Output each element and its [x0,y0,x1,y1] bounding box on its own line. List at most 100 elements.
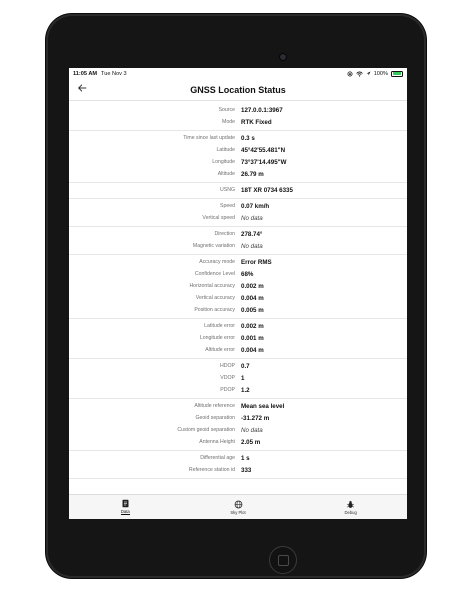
row-label: USNG [220,187,235,193]
front-camera [280,54,286,60]
status-row: Antenna Height 2.05 m [69,436,407,448]
status-row: Altitude 26.79 m [69,168,407,180]
status-row: Speed 0.07 km/h [69,200,407,212]
row-label: Confidence Level [194,271,235,277]
tab-data-label: Data [120,509,130,515]
row-value: No data [241,426,263,434]
row-label: Altitude error [205,347,235,353]
status-row: Horizontal accuracy 0.002 m [69,280,407,292]
status-row: Mode RTK Fixed [69,116,407,128]
tab-debug[interactable]: Debug [294,495,407,519]
row-value: RTK Fixed [241,118,272,126]
status-bar: 11:05 AM Tue Nov 3 100% [69,68,407,79]
status-row: Accuracy mode Error RMS [69,256,407,268]
row-label: Geoid separation [195,415,235,421]
page-title: GNSS Location Status [190,84,286,95]
bug-icon [347,500,355,508]
tab-data[interactable]: Data [69,495,182,519]
wifi-icon [355,71,363,77]
status-row: Latitude error 0.002 m [69,320,407,332]
row-label: Magnetic variation [192,243,235,249]
status-row: PDOP 1.2 [69,384,407,396]
row-value: 0.7 [241,362,250,370]
row-label: Direction [214,231,235,237]
status-row: Differential age 1 s [69,452,407,464]
row-value: No data [241,214,263,222]
orientation-lock-icon [347,71,353,76]
status-row: HDOP 0.7 [69,360,407,372]
row-label: HDOP [220,363,235,369]
row-value: 0.001 m [241,334,264,342]
status-row: Vertical speed No data [69,212,407,224]
status-row: Altitude error 0.004 m [69,344,407,356]
tab-debug-label: Debug [344,509,357,515]
status-group: Latitude error 0.002 m Longitude error 0.00… [69,319,407,359]
row-label: Latitude error [204,323,235,329]
battery-icon [391,70,403,77]
row-label: VDOP [220,375,235,381]
row-value: 333 [241,466,252,474]
status-row: VDOP 1 [69,372,407,384]
document-icon [122,499,129,508]
row-value: 0.07 km/h [241,202,270,210]
row-value: 73°37'14.495"W [241,158,287,166]
row-value: 1.2 [241,386,250,394]
location-arrow-icon [366,71,371,76]
status-group: Speed 0.07 km/h Vertical speed No data [69,199,407,227]
row-value: 0.002 m [241,282,264,290]
status-row: USNG 18T XR 0734 6335 [69,184,407,196]
tab-bar: Data Sky Plot Debug [69,494,407,519]
row-value: -31.272 m [241,414,270,422]
status-row: Altitude reference Mean sea level [69,400,407,412]
back-button[interactable] [75,83,89,97]
row-label: Time since last update [183,135,235,141]
status-group: USNG 18T XR 0734 6335 [69,183,407,199]
row-label: Custom geoid separation [177,427,235,433]
row-value: 18T XR 0734 6335 [241,186,293,194]
status-row: Geoid separation -31.272 m [69,412,407,424]
row-value: Error RMS [241,258,272,266]
row-label: Position accuracy [194,307,235,313]
row-label: Mode [222,119,235,125]
status-group: Source 127.0.0.1:3967 Mode RTK Fixed [69,103,407,131]
status-row: Direction 278.74° [69,228,407,240]
status-row: Latitude 45°42'55.481"N [69,144,407,156]
status-group: Altitude reference Mean sea level Geoid se… [69,399,407,451]
status-row: Custom geoid separation No data [69,424,407,436]
status-row: Magnetic variation No data [69,240,407,252]
status-row: Longitude error 0.001 m [69,332,407,344]
row-label: Vertical speed [202,215,235,221]
row-label: Antenna Height [199,439,235,445]
status-row: Source 127.0.0.1:3967 [69,104,407,116]
row-label: Latitude [216,147,235,153]
status-date: Tue Nov 3 [101,70,127,77]
status-row: Vertical accuracy 0.004 m [69,292,407,304]
row-value: Mean sea level [241,402,285,410]
row-value: 68% [241,270,254,278]
status-group: HDOP 0.7 VDOP 1 PDOP 1.2 [69,359,407,399]
row-value: 0.004 m [241,346,264,354]
row-label: PDOP [220,387,235,393]
tab-sky-plot[interactable]: Sky Plot [182,495,295,519]
row-label: Source [218,107,235,113]
row-label: Differential age [200,455,235,461]
row-label: Longitude error [199,335,235,341]
row-value: 0.3 s [241,134,255,142]
status-row: Time since last update 0.3 s [69,132,407,144]
row-label: Horizontal accuracy [189,283,235,289]
row-value: 0.005 m [241,306,264,314]
tab-sky-plot-label: Sky Plot [230,509,246,515]
home-button[interactable] [269,546,297,574]
navigation-bar: GNSS Location Status [69,79,407,101]
status-row: Confidence Level 68% [69,268,407,280]
globe-icon [234,500,242,508]
row-label: Longitude [212,159,235,165]
row-value: 0.002 m [241,322,264,330]
row-label: Altitude reference [194,403,235,409]
battery-percent: 100% [373,70,388,77]
row-value: 26.79 m [241,170,264,178]
status-time: 11:05 AM [73,70,98,77]
status-group: Direction 278.74° Magnetic variation No dat… [69,227,407,255]
row-value: No data [241,242,263,250]
row-label: Vertical accuracy [195,295,235,301]
